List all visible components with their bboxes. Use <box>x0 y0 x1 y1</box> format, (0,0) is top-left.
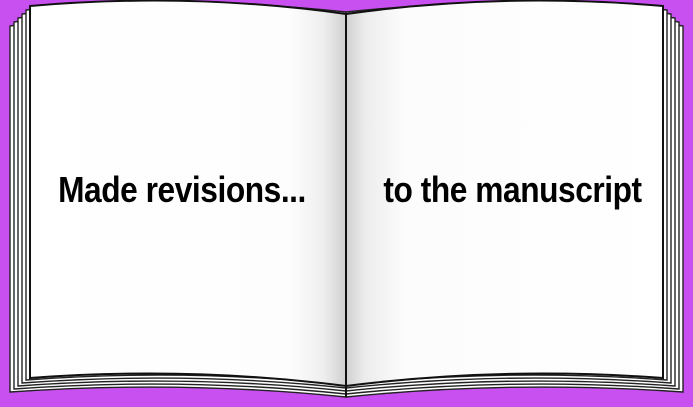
left-page-caption: Made revisions... <box>58 169 306 210</box>
right-page-caption: to the manuscript <box>383 169 642 210</box>
